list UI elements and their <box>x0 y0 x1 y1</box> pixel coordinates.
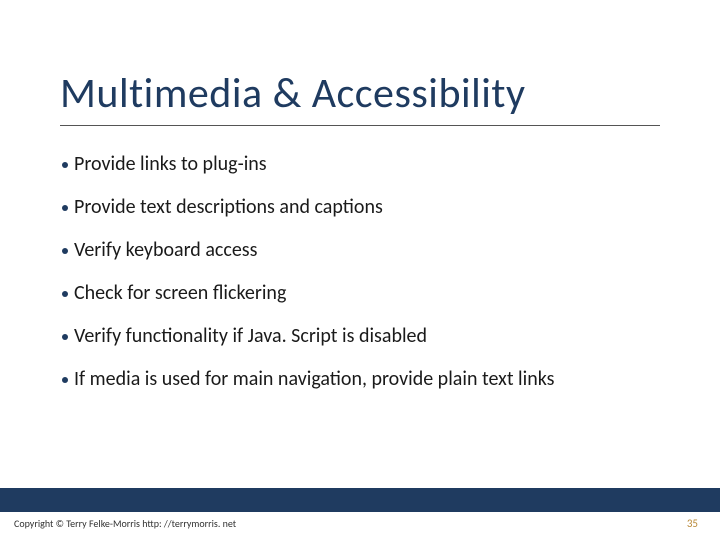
list-item: Verify functionality if Java. Script is … <box>62 324 680 349</box>
bullet-icon <box>62 205 68 211</box>
footer-copyright: Copyright © Terry Felke-Morris http: //t… <box>14 517 236 530</box>
list-item: Verify keyboard access <box>62 238 680 263</box>
page-number: 35 <box>687 517 698 530</box>
list-item: Provide links to plug-ins <box>62 152 680 177</box>
list-item: If media is used for main navigation, pr… <box>62 367 680 392</box>
bullet-icon <box>62 291 68 297</box>
list-item: Check for screen flickering <box>62 281 680 306</box>
slide-title: Multimedia & Accessibility <box>60 68 660 126</box>
bullet-text: Verify keyboard access <box>74 238 680 263</box>
bullet-icon <box>62 377 68 383</box>
bullet-text: Provide text descriptions and captions <box>74 195 680 220</box>
bullet-text: Provide links to plug-ins <box>74 152 680 177</box>
footer-bar <box>0 488 720 512</box>
bullet-text: If media is used for main navigation, pr… <box>74 367 680 392</box>
slide: Multimedia & Accessibility Provide links… <box>0 0 720 540</box>
bullet-text: Check for screen flickering <box>74 281 680 306</box>
bullet-list: Provide links to plug-ins Provide text d… <box>62 152 680 410</box>
bullet-text: Verify functionality if Java. Script is … <box>74 324 680 349</box>
bullet-icon <box>62 248 68 254</box>
bullet-icon <box>62 334 68 340</box>
bullet-icon <box>62 162 68 168</box>
list-item: Provide text descriptions and captions <box>62 195 680 220</box>
